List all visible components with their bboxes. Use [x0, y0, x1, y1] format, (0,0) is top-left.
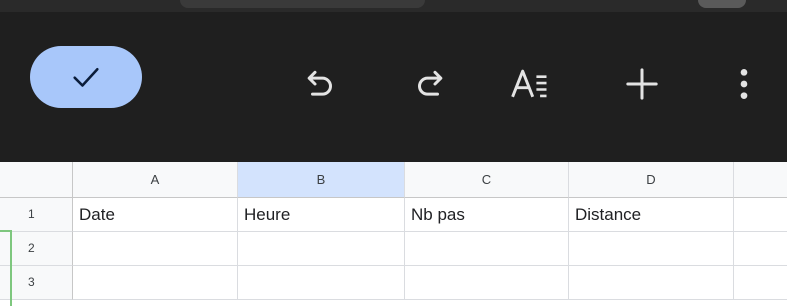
- column-header-b[interactable]: B: [238, 162, 405, 198]
- cell-e1[interactable]: [734, 198, 787, 232]
- select-all-corner[interactable]: [0, 162, 73, 198]
- more-options-button[interactable]: [722, 62, 766, 106]
- column-header-c[interactable]: C: [405, 162, 569, 198]
- cell-e3[interactable]: [734, 266, 787, 300]
- status-indicator: [698, 0, 746, 8]
- status-bar: [0, 0, 787, 12]
- cell-d2[interactable]: [569, 232, 734, 266]
- cell-a2[interactable]: [73, 232, 238, 266]
- cell-a3[interactable]: [73, 266, 238, 300]
- spreadsheet-grid: A B C D 1 Date Heure Nb pas Distance 2 3: [0, 162, 787, 306]
- cell-a1[interactable]: Date: [73, 198, 238, 232]
- checkmark-icon: [73, 67, 99, 87]
- text-format-icon: [511, 69, 547, 98]
- insert-button[interactable]: [620, 62, 664, 106]
- selection-edge-marker: [0, 230, 12, 306]
- column-header-a[interactable]: A: [73, 162, 238, 198]
- cell-d1[interactable]: Distance: [569, 198, 734, 232]
- status-pill: [180, 0, 425, 8]
- cell-b3[interactable]: [238, 266, 405, 300]
- text-format-button[interactable]: [508, 62, 552, 106]
- cell-c2[interactable]: [405, 232, 569, 266]
- row-header-1[interactable]: 1: [0, 198, 73, 232]
- column-header-e[interactable]: [734, 162, 787, 198]
- column-header-d[interactable]: D: [569, 162, 734, 198]
- undo-button[interactable]: [298, 62, 342, 106]
- cell-c1[interactable]: Nb pas: [405, 198, 569, 232]
- cell-c3[interactable]: [405, 266, 569, 300]
- redo-icon: [418, 70, 443, 96]
- more-vert-icon: [740, 69, 748, 99]
- redo-button[interactable]: [408, 62, 452, 106]
- cell-e2[interactable]: [734, 232, 787, 266]
- edit-toolbar: [0, 0, 787, 162]
- cell-d3[interactable]: [569, 266, 734, 300]
- cell-b1[interactable]: Heure: [238, 198, 405, 232]
- undo-icon: [307, 70, 332, 96]
- plus-icon: [626, 68, 658, 100]
- done-button[interactable]: [30, 46, 142, 108]
- cell-b2[interactable]: [238, 232, 405, 266]
